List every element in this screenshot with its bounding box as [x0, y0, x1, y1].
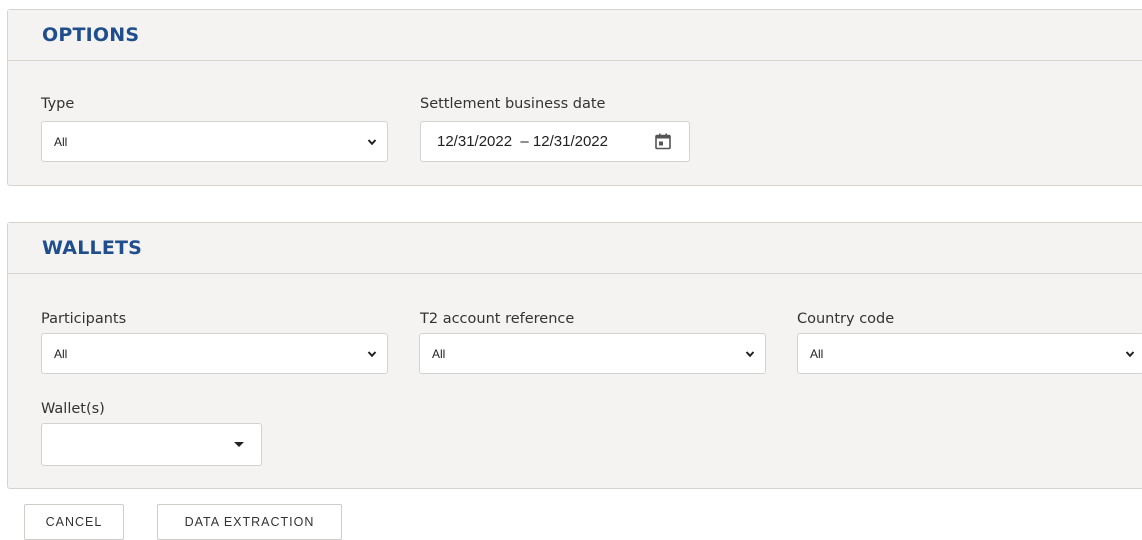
wallets-header: WALLETS: [8, 223, 1142, 274]
country-code-value: All: [810, 347, 824, 361]
t2-account-reference-label: T2 account reference: [420, 311, 575, 327]
participants-select[interactable]: All: [41, 333, 388, 374]
type-label: Type: [41, 96, 75, 112]
t2-account-reference-select[interactable]: All: [419, 333, 766, 374]
participants-select-value: All: [54, 347, 68, 361]
chevron-down-icon: [367, 139, 377, 146]
caret-down-icon: [234, 442, 244, 447]
calendar-icon[interactable]: [655, 133, 671, 150]
country-code-label: Country code: [797, 311, 895, 327]
options-header: OPTIONS: [8, 10, 1142, 61]
type-select-value: All: [54, 135, 68, 149]
chevron-down-icon: [745, 351, 755, 358]
participants-label: Participants: [41, 311, 127, 327]
wallets-multiselect[interactable]: [41, 423, 262, 466]
settlement-date-value: 12/31/2022 – 12/31/2022: [437, 133, 608, 150]
chevron-down-icon: [1125, 351, 1135, 358]
wallets-label: Wallet(s): [41, 401, 105, 417]
type-select[interactable]: All: [41, 121, 388, 162]
chevron-down-icon: [367, 351, 377, 358]
cancel-button[interactable]: CANCEL: [24, 504, 124, 540]
data-extraction-button[interactable]: DATA EXTRACTION: [157, 504, 342, 540]
country-code-select[interactable]: All: [797, 333, 1142, 374]
options-title: OPTIONS: [42, 24, 140, 46]
wallets-title: WALLETS: [42, 237, 143, 259]
settlement-date-range-input[interactable]: 12/31/2022 – 12/31/2022: [420, 121, 690, 162]
t2-account-reference-value: All: [432, 347, 446, 361]
settlement-date-label: Settlement business date: [420, 96, 606, 112]
